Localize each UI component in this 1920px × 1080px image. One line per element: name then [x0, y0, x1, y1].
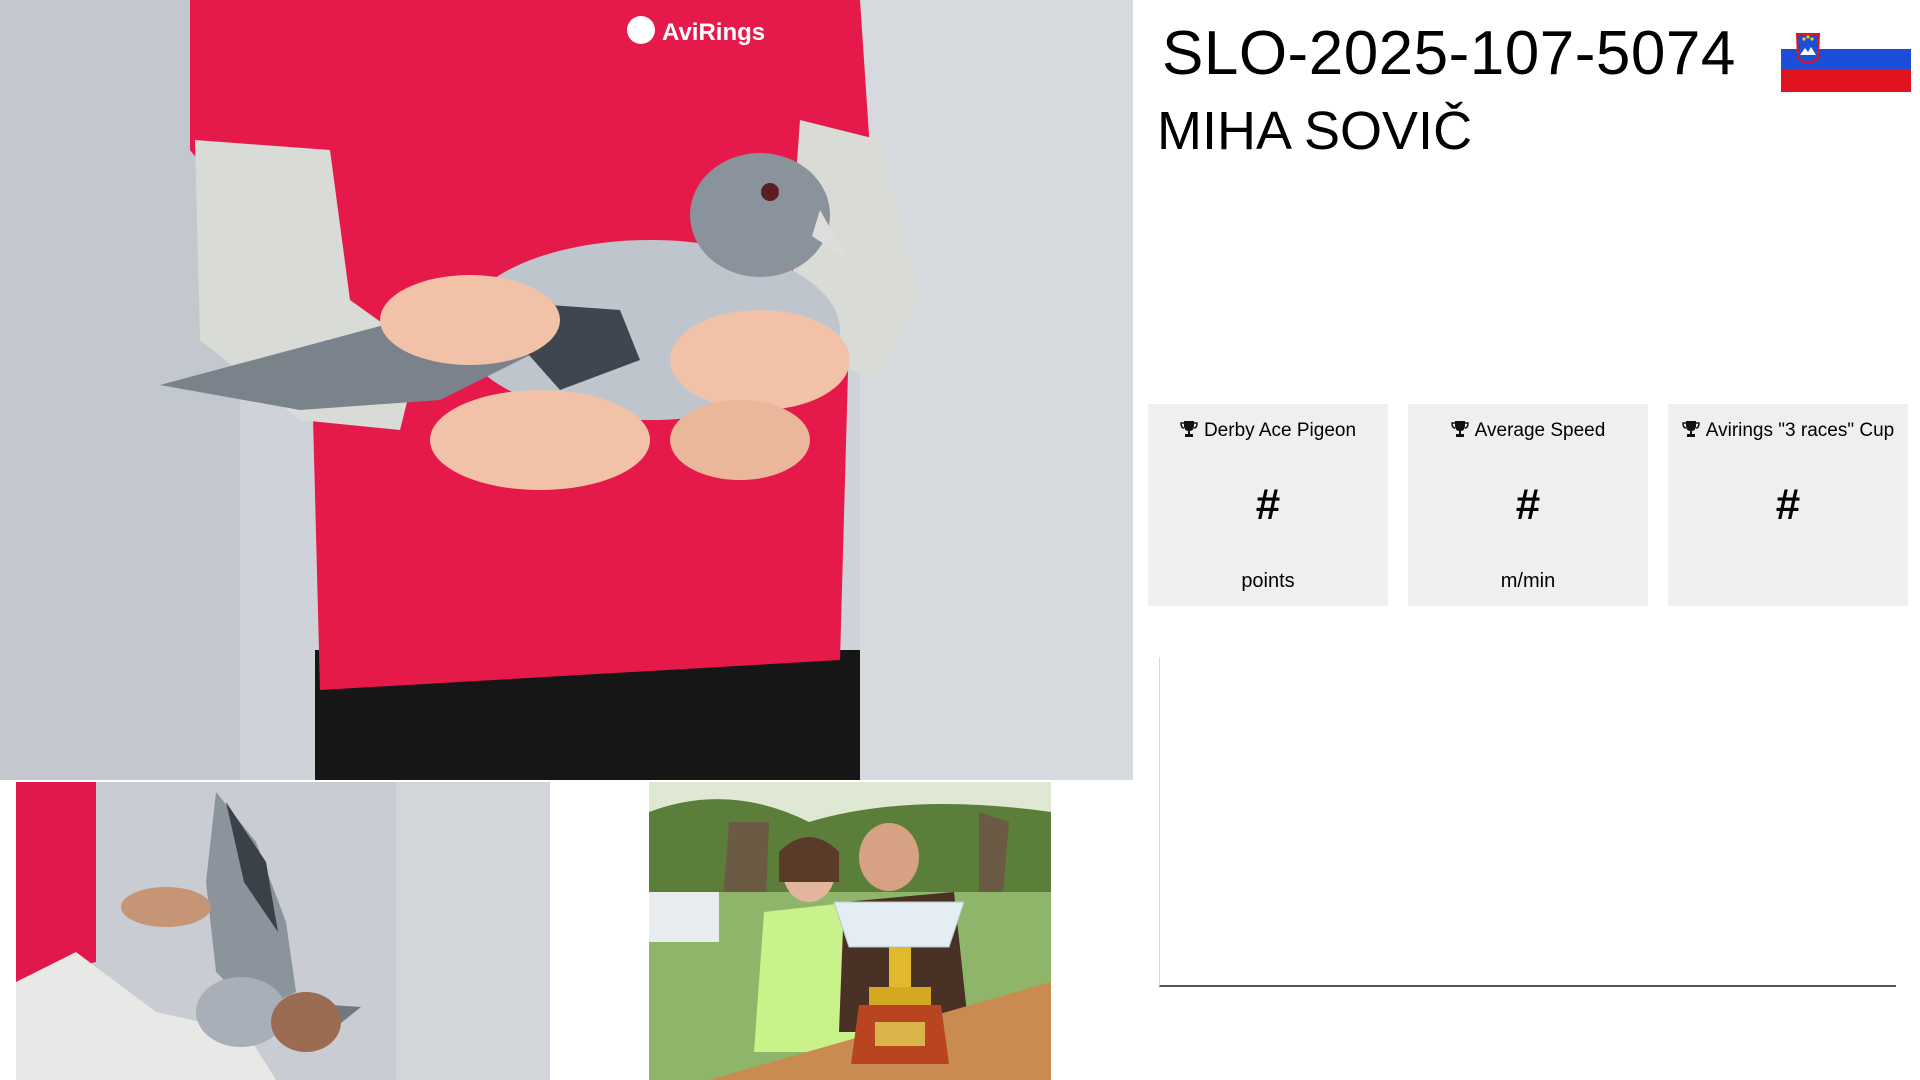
stat-card-average-speed: Average Speed # m/min	[1408, 404, 1648, 606]
stat-title-cup: Avirings "3 races" Cup	[1705, 420, 1895, 441]
ring-number: SLO-2025-107-5074	[1162, 19, 1736, 88]
results-panel	[1159, 657, 1896, 987]
slovenia-flag-icon	[1781, 28, 1911, 92]
owner-name: MIHA SOVIČ	[1157, 101, 1473, 161]
owners-trophy-photo	[649, 782, 1051, 1080]
stat-card-3-races-cup: Avirings "3 races" Cup #	[1668, 404, 1908, 606]
shirt-logo-text: AviRings	[662, 19, 765, 46]
trophy-icon	[1682, 421, 1700, 437]
pigeon-wing-photo	[16, 782, 550, 1080]
main-pigeon-photo: AviRings	[0, 0, 1133, 780]
trophy-icon	[1180, 421, 1198, 437]
stat-unit-speed: m/min	[1500, 570, 1556, 592]
stat-title-speed: Average Speed	[1474, 420, 1606, 441]
trophy-icon	[1450, 421, 1469, 437]
stat-value-derby: #	[1255, 480, 1281, 529]
stat-unit-derby: points	[1241, 570, 1295, 592]
owners-with-trophy-photo-image	[649, 782, 1051, 1080]
stat-title-derby: Derby Ace Pigeon	[1203, 420, 1357, 441]
pigeon-held-photo-image: AviRings	[0, 0, 1133, 780]
stat-value-cup: #	[1775, 480, 1801, 529]
stat-card-derby-ace: Derby Ace Pigeon # points	[1148, 404, 1388, 606]
stat-value-speed: #	[1515, 480, 1541, 529]
pigeon-wing-photo-image	[16, 782, 550, 1080]
